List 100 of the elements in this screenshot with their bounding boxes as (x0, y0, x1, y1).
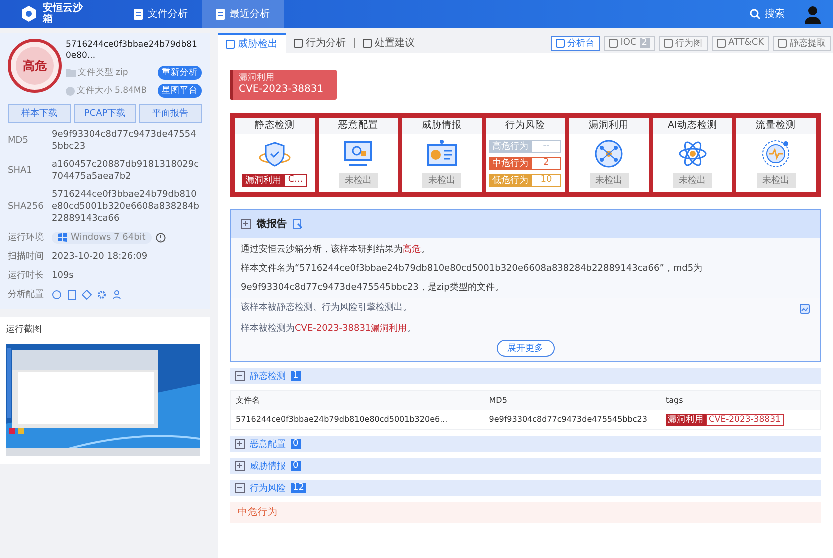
detail-value: 9e9f93304c8d77c9473de475545bbc23 (52, 129, 198, 153)
status-label: 未检出 (338, 172, 378, 188)
document-cursor-icon[interactable] (293, 218, 303, 230)
count-badge: 2 (640, 38, 650, 48)
threat-tag: 漏洞利用 (242, 174, 284, 186)
threat-tag-value: C... (284, 174, 308, 186)
subsection-heading: 中危行为 (230, 502, 821, 523)
square-icon (608, 38, 618, 48)
detail-value: 2023-10-20 18:26:09 (52, 250, 149, 262)
detail-label: SHA1 (8, 166, 34, 176)
detail-value: a160457c20887db9181318029c704475a5aea7b2 (52, 159, 200, 183)
reanalyze-button[interactable]: 重新分析 (158, 66, 202, 80)
engine-name: 威胁情报 (402, 118, 482, 134)
count-badge: 0 (291, 439, 301, 449)
engine-name: AI动态检测 (652, 118, 732, 134)
section-title: 静态检测 (250, 370, 286, 382)
nav-tab[interactable]: 最近分析 (202, 0, 284, 28)
expand-icon[interactable] (235, 461, 245, 471)
expand-icon[interactable] (241, 219, 251, 229)
expand-more-button[interactable]: 展开更多 (496, 340, 554, 357)
detail-label: 运行环境 (8, 232, 45, 244)
engine-name: 恶意配置 (318, 118, 398, 134)
square-icon (664, 38, 672, 48)
section-header[interactable]: 行为风险 12 (230, 480, 821, 496)
toolbar-button[interactable]: ATT&CK (712, 36, 769, 50)
person-icon (112, 290, 122, 300)
verdict-stamp: 高危 (8, 39, 62, 93)
tag: 漏洞利用 (666, 414, 706, 426)
report-title: 微报告 (257, 218, 287, 231)
threat-category: 漏洞利用 (239, 72, 276, 84)
file-type: zip (116, 68, 128, 78)
toolbar-button[interactable]: 行为图 (658, 36, 708, 50)
detail-label: 分析配置 (8, 288, 45, 301)
count-badge: 12 (291, 483, 306, 493)
level-count: 10 (531, 174, 562, 186)
network-icon (594, 138, 624, 168)
level-label: 低危行为 (489, 174, 532, 186)
download-button[interactable]: 样本下载 (8, 104, 71, 123)
tag: CVE-2023-38831 (706, 414, 784, 426)
finding-text: 样本被检测为CVE-2023-38831漏洞利用。 (241, 322, 416, 336)
avatar-icon[interactable] (803, 4, 823, 24)
table-cell-text: 5716244ce0f3bbae24b79db810e80cd5001b320e6... (235, 414, 449, 426)
download-button[interactable]: 平面报告 (139, 104, 202, 123)
expand-icon[interactable] (235, 439, 245, 449)
level-count: -- (531, 140, 562, 152)
level-label: 高危行为 (489, 140, 532, 152)
level-count: 2 (531, 156, 562, 170)
collapse-icon[interactable] (235, 371, 245, 381)
section-header[interactable]: 威胁情报 0 (230, 458, 821, 474)
tab[interactable]: 威胁检出 (218, 33, 286, 53)
toolbar-button[interactable]: 分析台 (550, 36, 600, 50)
status-label: 未检出 (422, 172, 462, 188)
section-title: 行为风险 (250, 482, 286, 494)
level-label: 中危行为 (489, 156, 532, 170)
download-button[interactable]: PCAP下载 (74, 104, 136, 123)
windows-icon (58, 233, 67, 242)
engine-name: 行为风险 (486, 118, 566, 134)
info-icon[interactable] (156, 232, 166, 242)
tab[interactable]: 处置建议 (355, 33, 423, 53)
toolbar-button[interactable]: 静态提取 (773, 36, 831, 50)
tab[interactable]: 行为分析 (286, 33, 354, 53)
square-icon (556, 38, 565, 48)
radar-icon (761, 138, 792, 168)
threat-name: CVE-2023-38831 (239, 84, 325, 95)
count-badge: 1 (291, 371, 301, 381)
platform-button[interactable]: 星图平台 (158, 84, 202, 98)
detail-value: 5716244ce0f3bbae24b79db810e80cd5001b320e6608a838284b22889143ca66 (52, 189, 200, 225)
folder-icon (66, 69, 76, 77)
circle-icon (52, 290, 62, 300)
section-title: 恶意配置 (250, 438, 286, 450)
nav-tab[interactable]: 文件分析 (120, 0, 202, 28)
environment-tag: Windows 7 64bit (52, 232, 152, 244)
column-header: MD5 (488, 395, 508, 407)
report-text: 通过安恒云沙箱分析，该样本研判结果为高危。 (241, 244, 431, 257)
detail-label: SHA256 (8, 202, 45, 212)
search-button[interactable]: 搜索 (744, 0, 791, 28)
status-label: 未检出 (590, 172, 629, 188)
column-header: tags (664, 395, 684, 407)
column-header: 文件名 (235, 395, 261, 407)
section-header[interactable]: 恶意配置 0 (230, 436, 821, 452)
search-icon (750, 8, 761, 20)
file-size: 5.84MB (115, 86, 148, 96)
file-name: 5716244ce0f3bbae24b79db810e80... (66, 40, 198, 62)
engine-name: 漏洞利用 (569, 118, 649, 134)
square-icon (716, 38, 726, 48)
detail-label: MD5 (8, 136, 30, 146)
shield-icon (258, 140, 292, 170)
collapse-icon[interactable] (235, 483, 245, 493)
diamond-icon (82, 290, 92, 300)
detail-label: 运行时长 (8, 270, 45, 282)
presentation-board-icon (424, 138, 459, 168)
section-header[interactable]: 静态检测 1 (230, 368, 821, 384)
count-badge: 0 (291, 461, 301, 471)
detail-label: 扫描时间 (8, 250, 45, 263)
toolbar-button[interactable]: IOC 2 (604, 36, 654, 50)
app-name: 安恒云沙箱 (43, 3, 84, 25)
image-icon[interactable] (800, 304, 810, 314)
logo-icon (20, 5, 38, 23)
file-type-label: 文件类型 (78, 67, 114, 79)
engine-name: 静态检测 (235, 118, 315, 134)
